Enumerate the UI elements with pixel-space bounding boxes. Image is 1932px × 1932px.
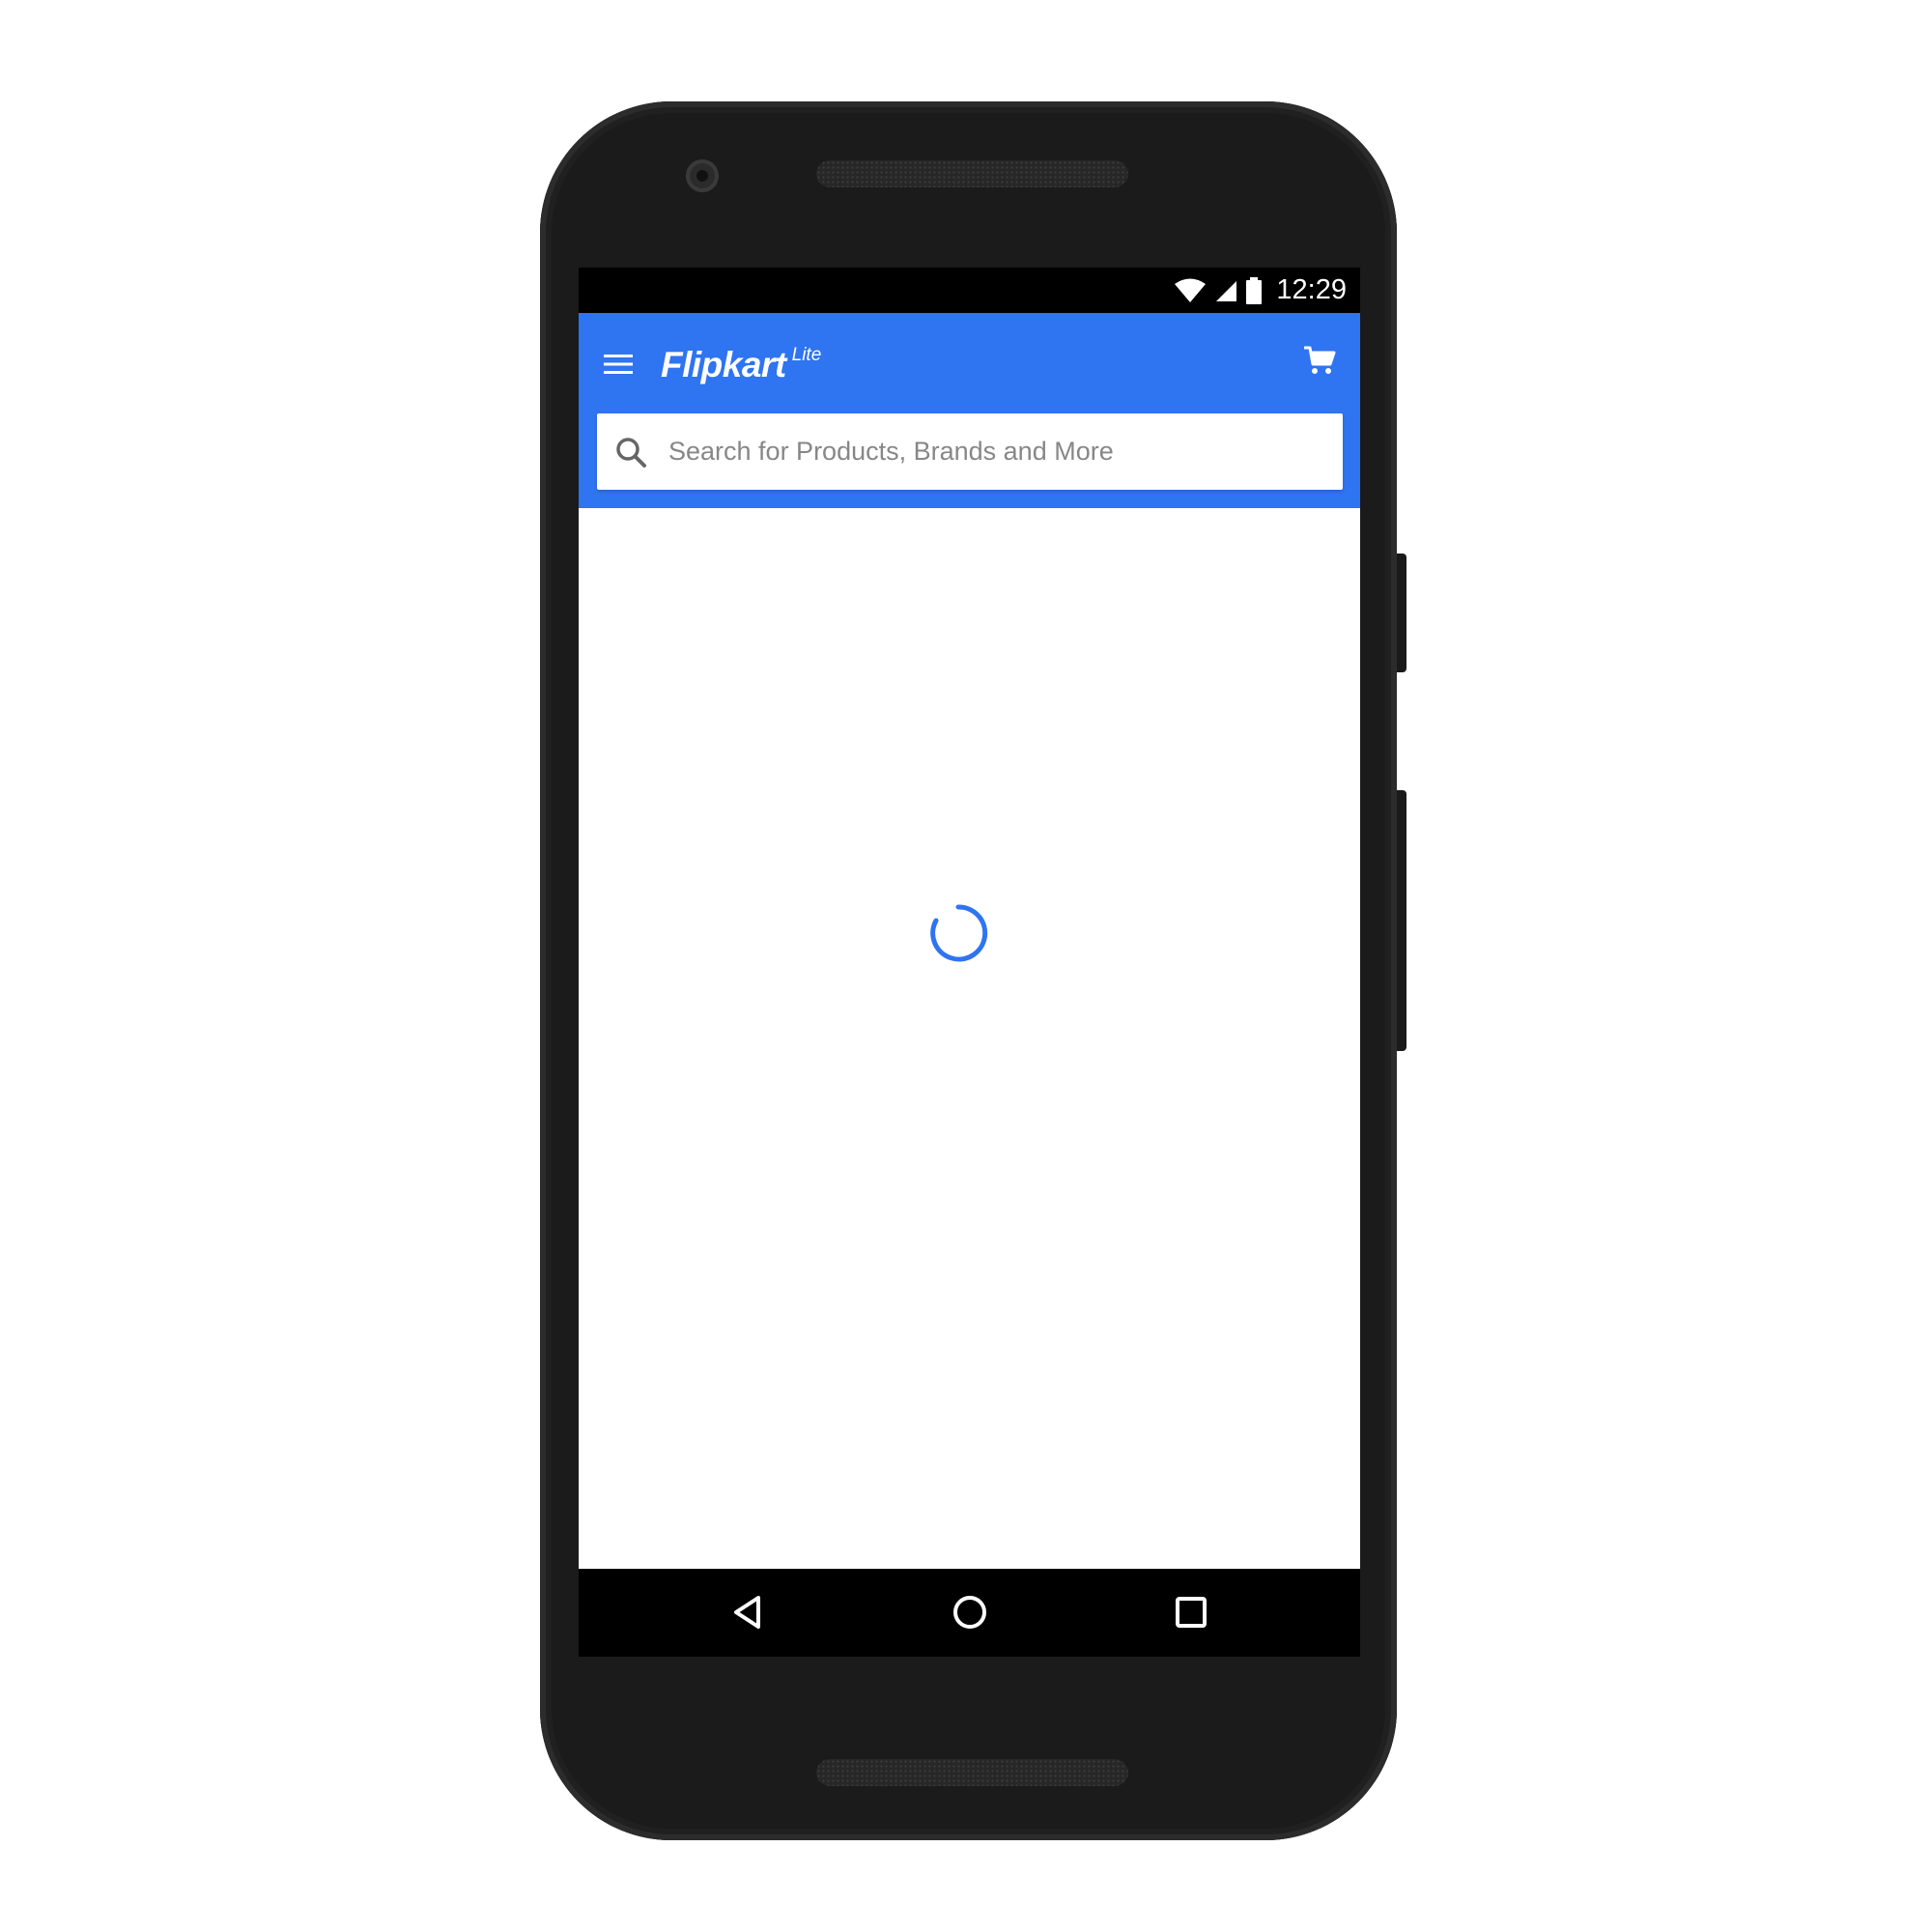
logo-text: Flipkart <box>661 345 786 384</box>
volume-rocker <box>1397 790 1406 1051</box>
cellular-signal-icon <box>1216 280 1237 301</box>
search-input[interactable] <box>667 436 1327 468</box>
shopping-cart-icon[interactable] <box>1302 343 1337 378</box>
logo-superscript: Lite <box>791 345 822 365</box>
top-speaker-grille <box>816 160 1128 187</box>
recents-square-icon[interactable] <box>1169 1590 1213 1634</box>
search-bar[interactable] <box>597 413 1343 490</box>
bottom-speaker-grille <box>816 1759 1128 1786</box>
wifi-icon <box>1175 278 1207 302</box>
status-time: 12:29 <box>1276 274 1347 305</box>
app-header: Flipkart Lite <box>579 313 1360 508</box>
status-icons: 12:29 <box>1174 268 1347 313</box>
back-triangle-icon[interactable] <box>726 1590 771 1634</box>
main-content <box>579 508 1360 1582</box>
loading-spinner-icon <box>930 904 988 962</box>
flipkart-logo[interactable]: Flipkart Lite <box>661 336 821 394</box>
battery-icon <box>1246 276 1263 304</box>
front-camera <box>686 159 719 192</box>
canvas: 12:29 Flipkart Lite <box>0 0 1932 1932</box>
hamburger-menu-icon[interactable] <box>602 352 635 377</box>
status-bar: 12:29 <box>579 268 1360 313</box>
power-button <box>1397 554 1406 672</box>
navigation-bar <box>579 1569 1360 1657</box>
home-circle-icon[interactable] <box>948 1590 992 1634</box>
phone-screen: 12:29 Flipkart Lite <box>579 268 1360 1657</box>
search-icon <box>616 437 646 468</box>
